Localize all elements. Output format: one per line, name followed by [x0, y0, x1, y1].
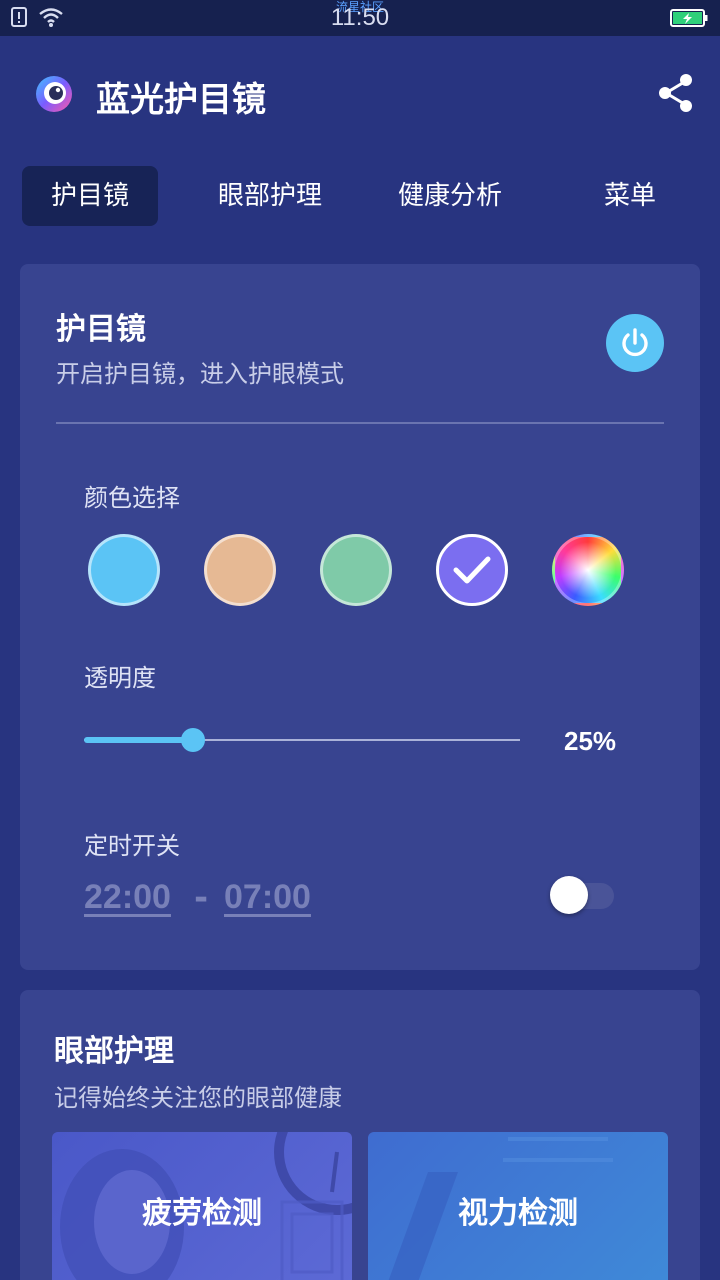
timer-end-time[interactable]: 07:00 [224, 878, 311, 917]
opacity-slider-thumb[interactable] [181, 728, 205, 752]
tab-eye-shield[interactable]: 护目镜 [22, 166, 158, 226]
power-button[interactable] [606, 314, 664, 372]
timer-label: 定时开关 [84, 832, 180, 860]
timer-separator: - [194, 878, 209, 918]
eye-shield-title: 护目镜 [56, 312, 146, 347]
checkmark-icon [453, 556, 491, 584]
color-swatch-blue[interactable] [88, 534, 160, 606]
status-bar: 流星社区 11:50 [0, 0, 720, 36]
app-title: 蓝光护目镜 [96, 80, 266, 120]
timer-start-time[interactable]: 22:00 [84, 878, 171, 917]
opacity-label: 透明度 [84, 664, 156, 692]
power-icon [622, 328, 648, 357]
fatigue-test-card[interactable]: 疲劳检测 [52, 1132, 352, 1280]
color-select-label: 颜色选择 [84, 484, 180, 512]
opacity-slider-fill [84, 737, 193, 743]
status-time: 11:50 [330, 4, 390, 31]
tab-bar: 护目镜 眼部护理 健康分析 菜单 [22, 166, 698, 226]
divider [56, 422, 664, 424]
app-logo-eye-icon [36, 76, 72, 112]
color-swatch-purple[interactable] [436, 534, 508, 606]
eye-care-card: 眼部护理 记得始终关注您的眼部健康 疲劳检测 视力检测 [20, 990, 700, 1280]
timer-toggle-knob [550, 876, 588, 914]
timer-toggle[interactable] [550, 872, 616, 914]
eye-care-title: 眼部护理 [54, 1034, 174, 1069]
share-icon[interactable] [656, 72, 696, 114]
eye-shield-subtitle: 开启护目镜，进入护眼模式 [56, 360, 344, 388]
fatigue-test-label: 疲劳检测 [142, 1196, 262, 1231]
eye-shield-card: 护目镜 开启护目镜，进入护眼模式 颜色选择 透明度 25% 定时开关 22:00… [20, 264, 700, 970]
opacity-slider[interactable] [84, 728, 520, 752]
vision-test-label: 视力检测 [458, 1196, 578, 1231]
tab-eye-care[interactable]: 眼部护理 [190, 166, 350, 226]
app-bar: 蓝光护目镜 [0, 36, 720, 148]
color-swatch-green[interactable] [320, 534, 392, 606]
eye-care-subtitle: 记得始终关注您的眼部健康 [54, 1084, 342, 1112]
battery-charging-icon [670, 9, 708, 27]
vision-test-card[interactable]: 视力检测 [368, 1132, 668, 1280]
opacity-value: 25% [564, 726, 617, 756]
tab-health-analysis[interactable]: 健康分析 [370, 166, 530, 226]
tab-menu[interactable]: 菜单 [580, 166, 680, 226]
color-swatch-custom-spectrum[interactable] [552, 534, 624, 606]
color-swatch-peach[interactable] [204, 534, 276, 606]
